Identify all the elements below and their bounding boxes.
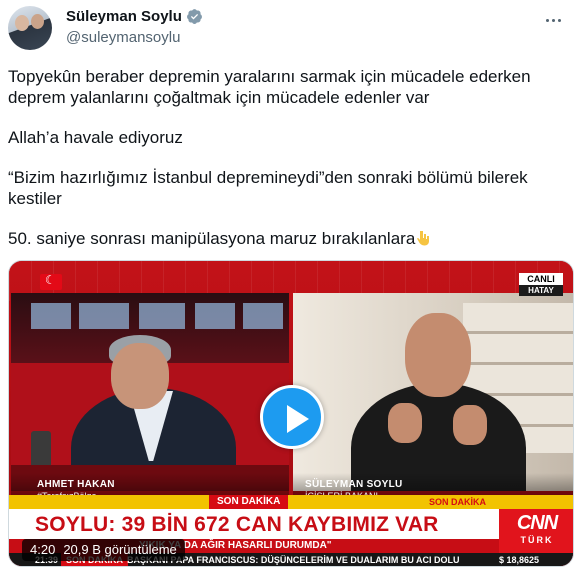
verified-badge-icon	[186, 9, 202, 24]
tweet-text: Topyekûn beraber depremin yaralarını sar…	[8, 66, 568, 249]
video-views: 20,9 B görüntüleme	[63, 542, 177, 557]
breaking-tag: SON DAKİKA	[209, 495, 289, 509]
breaking-bar	[9, 495, 573, 509]
host-head	[111, 343, 169, 409]
ticker-currency: $ 18,8625	[499, 555, 540, 565]
cnn-logo-text: CNN	[516, 512, 558, 534]
avatar-face-right	[31, 14, 44, 29]
tweet-line-4-text: 50. saniye sonrası manipülasyona maruz b…	[8, 229, 416, 248]
author-handle[interactable]: @suleymansoylu	[66, 29, 180, 46]
live-location: HATAY	[519, 285, 563, 296]
pointing-down-emoji-icon	[417, 231, 430, 246]
flag-icon	[40, 273, 62, 290]
play-icon	[287, 405, 309, 433]
live-label: CANLI	[519, 273, 563, 285]
cnn-turk-logo: CNN TÜRK	[499, 509, 573, 553]
author-row: Süleyman Soylu	[66, 8, 203, 25]
headline-text: SOYLU: 39 BİN 672 CAN KAYBIMIZ VAR	[35, 513, 439, 536]
tweet-line-1: Topyekûn beraber depremin yaralarını sar…	[8, 67, 531, 107]
tweet-line-4: 50. saniye sonrası manipülasyona maruz b…	[8, 228, 568, 249]
cnn-turk-text: TÜRK	[520, 535, 554, 545]
breaking-tag-right: SON DAKİKA	[429, 497, 487, 507]
play-button[interactable]	[260, 385, 324, 449]
video-player[interactable]: CANLI HATAY AHMET HAKAN #TarafsızBölge S…	[8, 260, 574, 567]
avatar[interactable]	[8, 6, 52, 50]
guest-head	[405, 313, 471, 397]
live-badge: CANLI HATAY	[519, 273, 563, 296]
phone-on-desk	[31, 431, 51, 469]
video-right-panel	[293, 293, 573, 491]
more-options-icon[interactable]	[542, 10, 564, 30]
video-info-pill: 4:20 20,9 B görüntüleme	[22, 539, 185, 561]
tweet-line-2: Allah’a havale ediyoruz	[8, 128, 183, 147]
video-left-panel	[11, 293, 289, 491]
author-name[interactable]: Süleyman Soylu	[66, 8, 182, 25]
video-duration: 4:20	[30, 542, 56, 557]
left-speaker-name: AHMET HAKAN	[37, 479, 115, 490]
right-speaker-name: SÜLEYMAN SOYLU	[305, 479, 403, 490]
tweet-line-3: “Bizim hazırlığımız İstanbul depremineyd…	[8, 168, 528, 208]
avatar-face-left	[15, 15, 29, 31]
